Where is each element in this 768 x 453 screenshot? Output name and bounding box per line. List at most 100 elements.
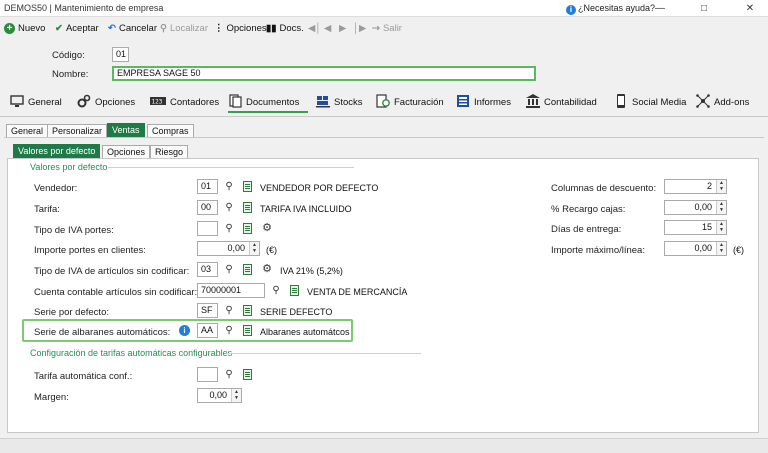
subsubtab-riesgo[interactable]: Riesgo — [150, 145, 189, 158]
maximize-button[interactable]: □ — [694, 2, 714, 15]
tab-facturacion[interactable]: Facturación — [376, 93, 444, 113]
section-valores-por-defecto: Valores por defecto — [30, 162, 108, 172]
tipo-iva-portes-input[interactable] — [197, 221, 218, 236]
search-icon[interactable]: ⚲ — [270, 285, 282, 297]
search-icon[interactable]: ⚲ — [223, 202, 235, 214]
cancelar-label: Cancelar — [118, 23, 157, 34]
record-icon[interactable] — [243, 325, 252, 336]
importe-maximo-input[interactable]: 0,00 ▲ ▼ — [664, 241, 727, 256]
search-icon[interactable]: ⚲ — [223, 181, 235, 193]
spinner[interactable]: ▲ ▼ — [716, 201, 726, 214]
tab-contabilidad[interactable]: Contabilidad — [526, 93, 597, 113]
subtabs-divider — [4, 137, 764, 138]
subtab-general[interactable]: General — [6, 124, 49, 137]
next-record-button[interactable]: ▶ — [339, 22, 346, 36]
tarifa-automatica-input[interactable] — [197, 367, 218, 382]
record-icon[interactable] — [243, 181, 252, 192]
salir-button[interactable]: ⇢ Salir — [372, 22, 402, 36]
aceptar-button[interactable]: ✔ Aceptar — [55, 22, 99, 36]
subtab-compras[interactable]: Compras — [147, 124, 194, 137]
section-line — [108, 167, 354, 168]
tab-contadores[interactable]: 123 Contadores — [150, 93, 219, 113]
minimize-button[interactable]: — — [650, 2, 670, 15]
record-icon[interactable] — [243, 223, 252, 234]
gear-icon[interactable]: ⚙ — [261, 263, 273, 275]
tipo-iva-articulos-input[interactable]: 03 — [197, 262, 218, 277]
section-line — [226, 353, 421, 354]
tab-general-label: General — [28, 97, 62, 108]
search-icon[interactable]: ⚲ — [223, 223, 235, 235]
tab-informes-label: Informes — [474, 97, 511, 108]
spinner[interactable]: ▲ ▼ — [249, 242, 259, 255]
search-icon[interactable]: ⚲ — [223, 264, 235, 276]
columnas-descuento-input[interactable]: 2 ▲ ▼ — [664, 179, 727, 194]
tab-informes[interactable]: Informes — [456, 93, 511, 113]
tab-opciones-label: Opciones — [95, 97, 136, 108]
search-icon[interactable]: ⚲ — [223, 369, 235, 381]
toolbar: + Nuevo ✔ Aceptar ↶ Cancelar ⚲ Localizar ⋮ Op… — [0, 18, 768, 40]
options-list-icon: ⋮ — [214, 23, 224, 34]
vendedor-input[interactable]: 01 — [197, 179, 218, 194]
serie-albaranes-input[interactable]: AA — [197, 323, 218, 338]
first-record-button[interactable]: ◀│ — [308, 22, 321, 36]
salir-label: Salir — [382, 23, 402, 34]
tab-add-ons[interactable]: Add-ons — [696, 93, 749, 113]
close-button[interactable]: ✕ — [740, 2, 760, 15]
tab-opciones[interactable]: Opciones — [77, 93, 135, 113]
localizar-button[interactable]: ⚲ Localizar — [160, 22, 208, 36]
main-tabs-divider — [0, 116, 768, 117]
nuevo-button[interactable]: + Nuevo — [4, 22, 45, 36]
cuenta-contable-description: VENTA DE MERCANCÍA — [307, 287, 408, 297]
spinner[interactable]: ▲ ▼ — [716, 221, 726, 234]
subtab-ventas[interactable]: Ventas — [107, 123, 145, 137]
record-icon[interactable] — [243, 264, 252, 275]
codigo-input[interactable]: 01 — [112, 47, 129, 62]
dias-entrega-label: Días de entrega: — [551, 224, 622, 235]
last-record-button[interactable]: │▶ — [353, 22, 366, 36]
section-tarifas-automaticas: Configuración de tarifas automáticas con… — [30, 348, 233, 358]
tarifa-input[interactable]: 00 — [197, 200, 218, 215]
docs-button[interactable]: ▮▮ Docs. — [266, 22, 304, 36]
margen-input[interactable]: 0,00 ▲ ▼ — [197, 388, 242, 403]
record-icon[interactable] — [290, 285, 299, 296]
tarifa-label: Tarifa: — [34, 204, 60, 215]
tab-stocks[interactable]: Stocks — [316, 93, 363, 113]
subtab-personalizar[interactable]: Personalizar — [47, 124, 108, 137]
margen-label: Margen: — [34, 392, 69, 403]
serie-defecto-description: SERIE DEFECTO — [260, 307, 333, 317]
help-link[interactable]: i ¿Necesitas ayuda? — [566, 3, 655, 15]
info-icon[interactable]: i — [179, 325, 190, 336]
opciones-button[interactable]: ⋮ Opciones — [214, 22, 267, 36]
tab-documentos[interactable]: Documentos — [228, 93, 308, 113]
subsubtab-opciones[interactable]: Opciones — [102, 145, 151, 158]
cuenta-contable-input[interactable]: 70000001 — [197, 283, 265, 298]
record-icon[interactable] — [243, 202, 252, 213]
tab-general[interactable]: General — [10, 93, 62, 113]
spinner[interactable]: ▲ ▼ — [231, 389, 241, 402]
localizar-label: Localizar — [169, 23, 208, 34]
recargo-cajas-input[interactable]: 0,00 ▲ ▼ — [664, 200, 727, 215]
gear-icon[interactable]: ⚙ — [261, 222, 273, 234]
importe-portes-input[interactable]: 0,00 ▲ ▼ — [197, 241, 260, 256]
gears-icon — [77, 94, 91, 108]
counter-icon: 123 — [150, 94, 166, 108]
cancelar-button[interactable]: ↶ Cancelar — [108, 22, 157, 36]
spinner[interactable]: ▲ ▼ — [716, 180, 726, 193]
search-icon[interactable]: ⚲ — [223, 325, 235, 337]
tab-social-media[interactable]: Social Media — [614, 93, 686, 113]
spinner[interactable]: ▲ ▼ — [716, 242, 726, 255]
record-icon[interactable] — [243, 369, 252, 380]
record-icon[interactable] — [243, 305, 252, 316]
importe-portes-unit: (€) — [266, 245, 277, 255]
search-icon[interactable]: ⚲ — [223, 305, 235, 317]
serie-defecto-input[interactable]: SF — [197, 303, 218, 318]
search-icon: ⚲ — [160, 23, 167, 34]
serie-albaranes-label: Serie de albaranes automáticos: — [34, 327, 171, 338]
serie-defecto-label: Serie por defecto: — [34, 307, 109, 318]
tab-documentos-label: Documentos — [246, 97, 300, 108]
dias-entrega-input[interactable]: 15 ▲ ▼ — [664, 220, 727, 235]
nombre-input[interactable]: EMPRESA SAGE 50 — [112, 66, 536, 81]
nuevo-label: Nuevo — [18, 23, 46, 34]
subsubtab-valores-por-defecto[interactable]: Valores por defecto — [13, 144, 101, 158]
previous-record-button[interactable]: ◀ — [324, 22, 331, 36]
